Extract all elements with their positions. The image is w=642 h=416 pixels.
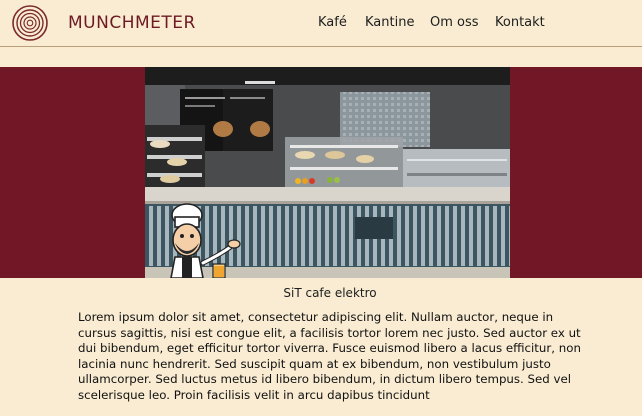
- site-header: MUNCHMETER Kafé Kantine Om oss Kontakt: [0, 0, 642, 47]
- cafeteria-photo: [145, 67, 510, 278]
- image-caption: SiT cafe elektro: [283, 286, 377, 300]
- nav-link-om-oss[interactable]: Om oss: [430, 15, 479, 33]
- nav-link-kontakt[interactable]: Kontakt: [495, 15, 545, 33]
- logo-icon[interactable]: [12, 5, 48, 41]
- brand-name[interactable]: MUNCHMETER: [68, 13, 196, 33]
- nav-link-kantine[interactable]: Kantine: [365, 15, 414, 33]
- description-text: Lorem ipsum dolor sit amet, consectetur …: [78, 310, 581, 402]
- cafeteria-counter-illustration: [145, 67, 510, 278]
- nav-link-kafe[interactable]: Kafé: [318, 15, 347, 33]
